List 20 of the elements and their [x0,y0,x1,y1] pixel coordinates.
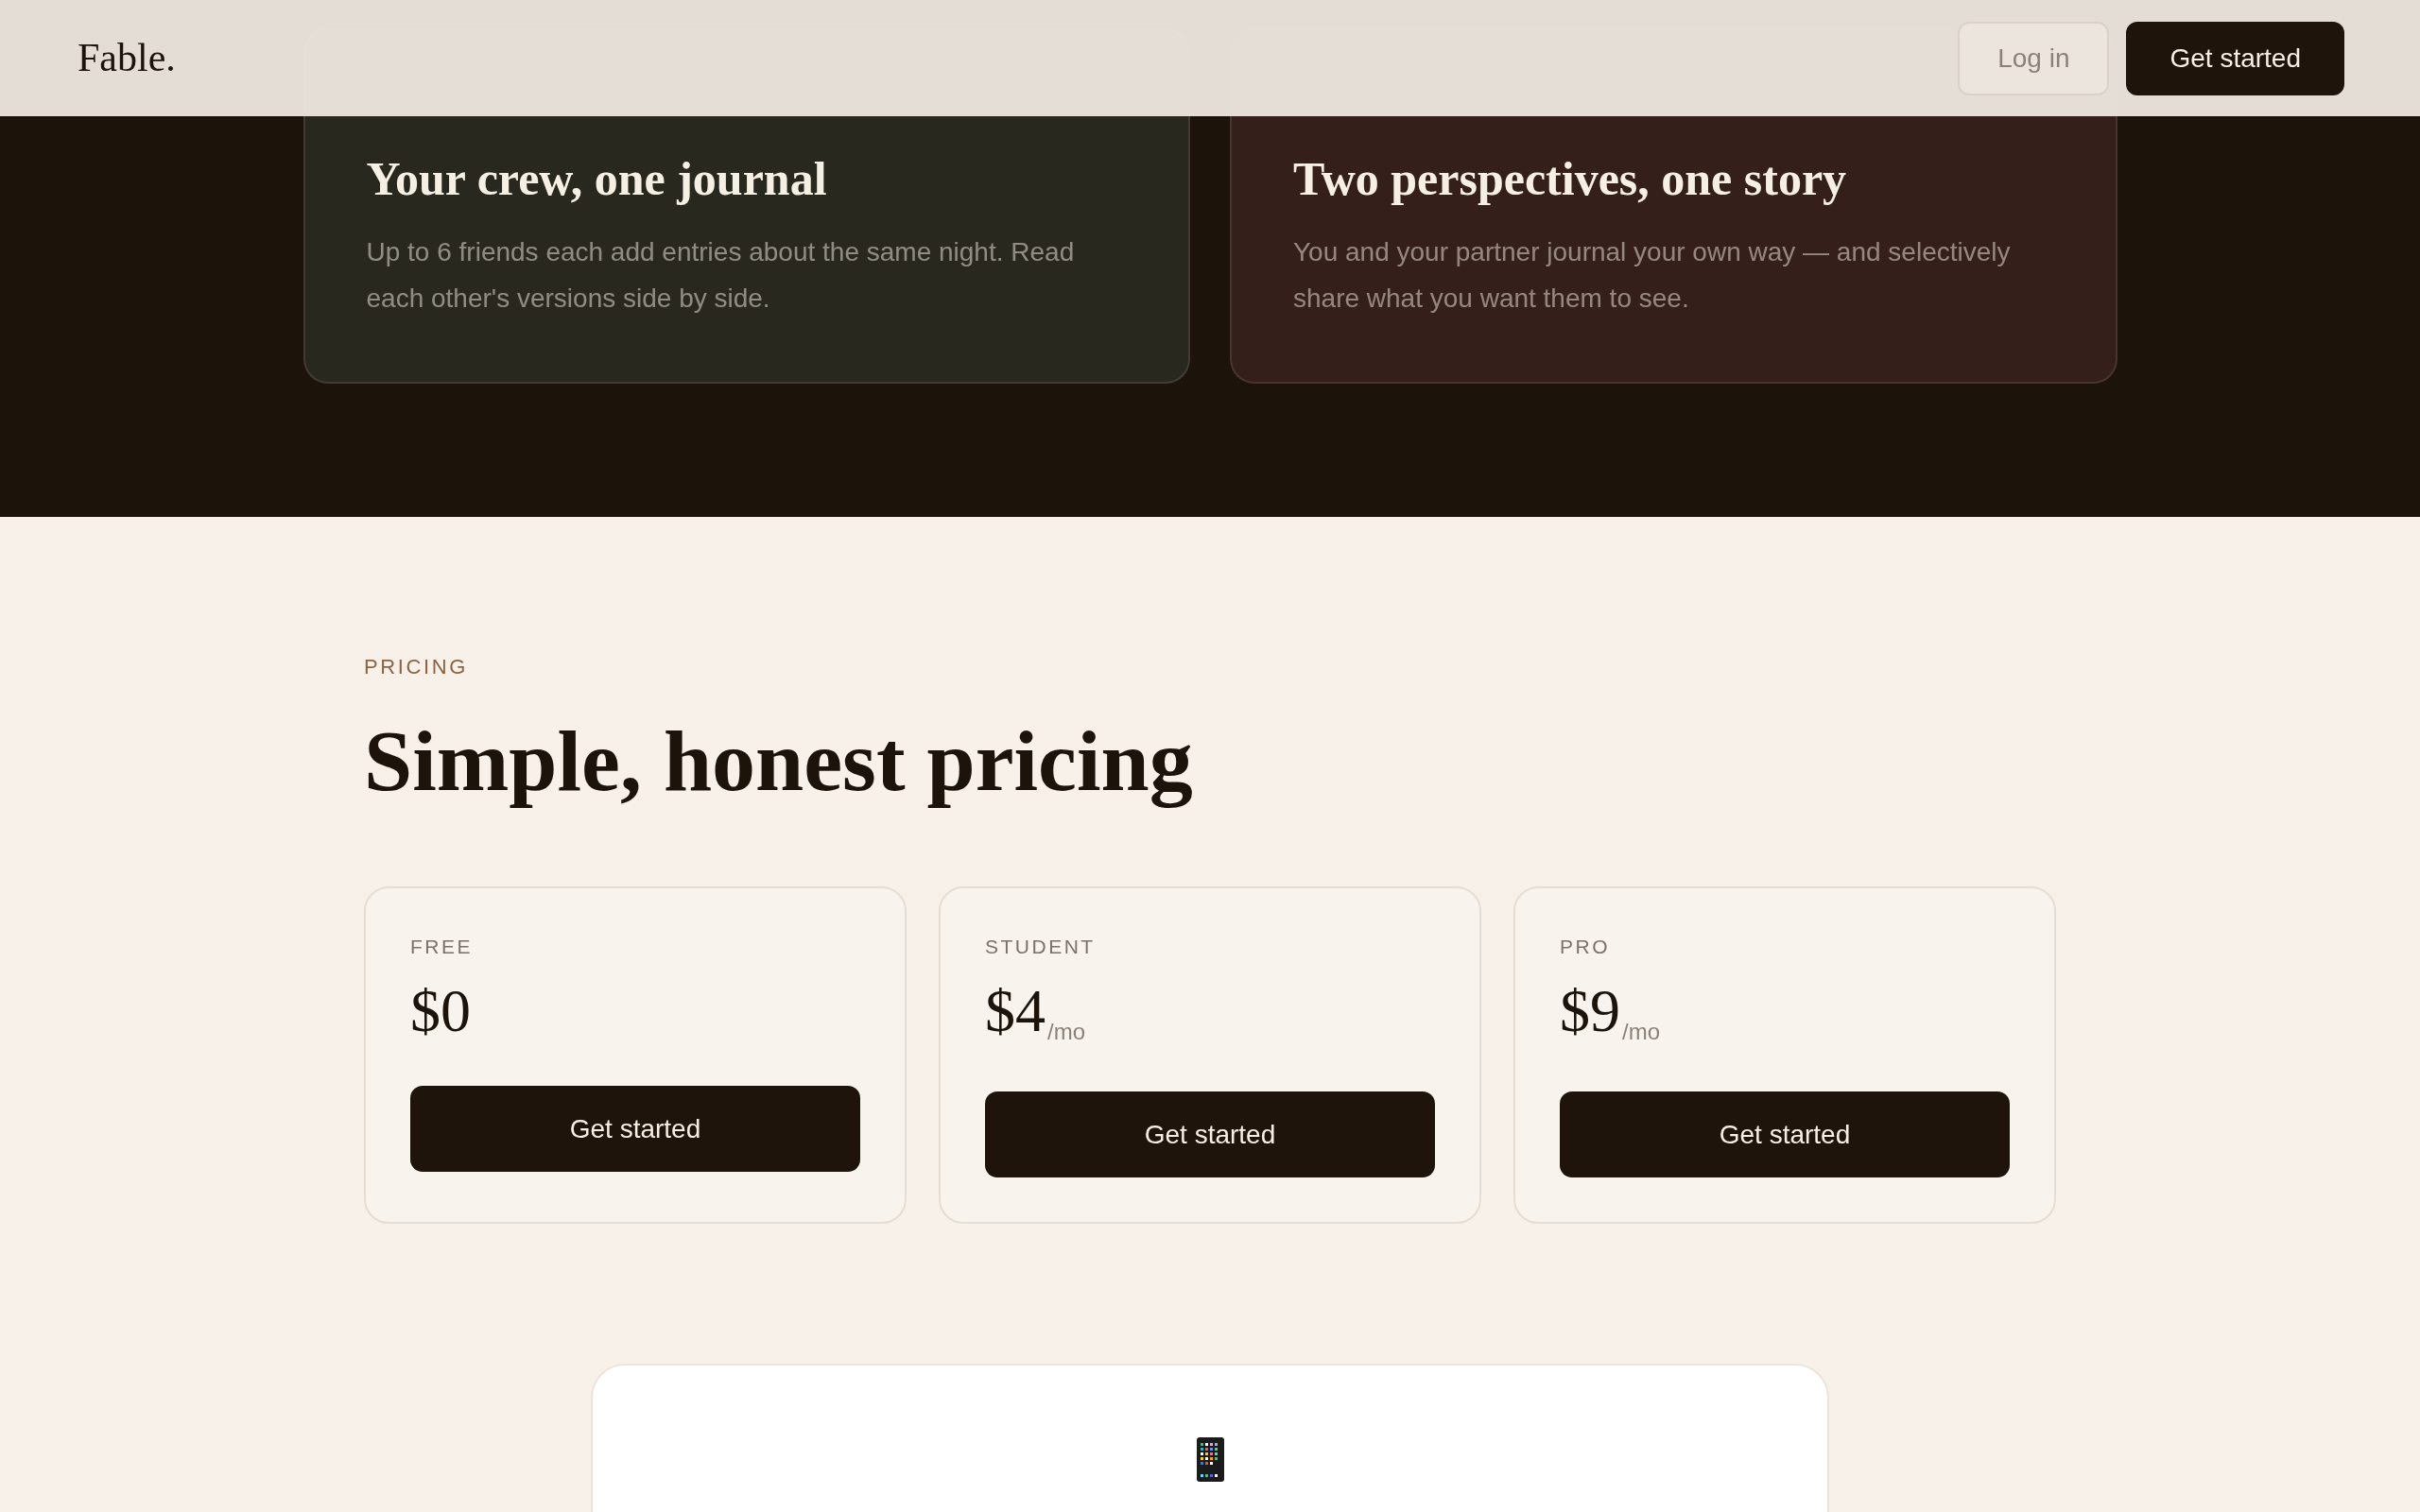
price-period: /mo [1622,1019,1660,1045]
get-started-button[interactable]: Get started [2126,21,2344,95]
plan-price: $0 [410,977,471,1045]
price-period: /mo [1047,1019,1085,1045]
section-eyebrow: PRICING [364,654,469,680]
logo[interactable]: Fable. [78,34,176,82]
plan-price: $4 [985,977,1046,1045]
plan-name: STUDENT [985,935,1097,960]
get-started-button[interactable]: Get started [1560,1091,2010,1178]
get-started-button[interactable]: Get started [985,1091,1435,1178]
plan-name: FREE [410,935,474,960]
feature-title: Two perspectives, one story [1293,151,1848,206]
plan-price: $9 [1560,977,1620,1045]
get-started-button[interactable]: Get started [410,1086,860,1173]
feature-description: Up to 6 friends each add entries about the same night. Read each other's versions side by side. [366,236,1076,315]
section-heading: Simple, honest pricing [364,713,1194,811]
feature-title: Your crew, one journal [366,151,828,206]
plan-name: PRO [1560,935,1611,960]
phone-icon [1196,1437,1224,1483]
feature-description: You and your partner journal your own way — and selectively share what you want them to see. [1293,236,2012,315]
